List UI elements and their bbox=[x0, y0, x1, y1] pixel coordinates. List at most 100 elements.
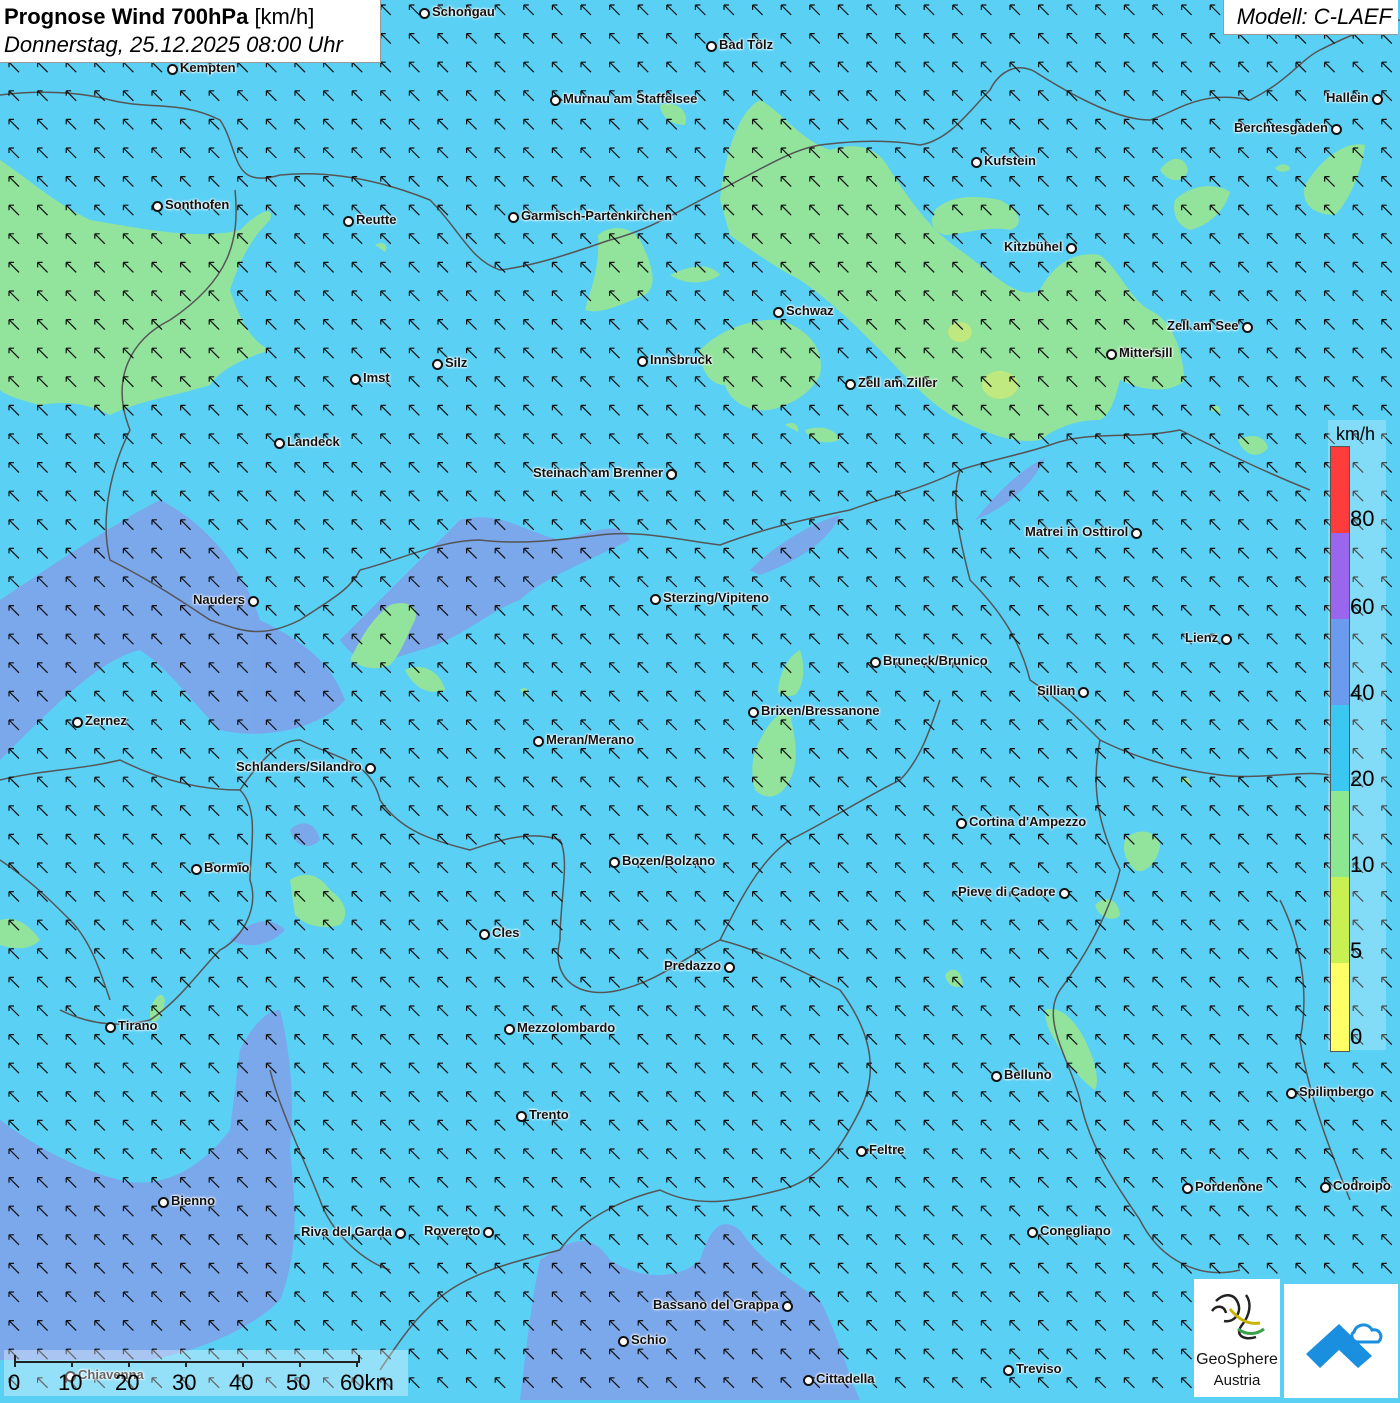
city-marker-icon bbox=[1242, 322, 1253, 333]
city-label[interactable]: Bad Tölz bbox=[719, 37, 773, 52]
city-label[interactable]: Spilimbergo bbox=[1299, 1084, 1374, 1099]
city-label[interactable]: Belluno bbox=[1004, 1067, 1052, 1082]
city-label[interactable]: Garmisch-Partenkirchen bbox=[521, 208, 672, 223]
city-label[interactable]: Tirano bbox=[118, 1018, 158, 1033]
city-label[interactable]: Zernez bbox=[85, 713, 127, 728]
city-label[interactable]: Bassano del Grappa bbox=[653, 1297, 779, 1312]
city-label[interactable]: Feltre bbox=[869, 1142, 904, 1157]
city-marker-icon bbox=[1059, 888, 1070, 899]
city-label[interactable]: Schio bbox=[631, 1332, 666, 1347]
city-label[interactable]: Imst bbox=[363, 370, 390, 385]
scale-line bbox=[14, 1355, 360, 1363]
city-label[interactable]: Kufstein bbox=[984, 153, 1036, 168]
scale-tick bbox=[14, 1361, 16, 1367]
city-label[interactable]: Predazzo bbox=[664, 958, 721, 973]
legend-label-80: 80 bbox=[1350, 506, 1375, 531]
city-label[interactable]: Schongau bbox=[432, 4, 495, 19]
city-label[interactable]: Brixen/Bressanone bbox=[761, 703, 880, 718]
city-label[interactable]: Sterzing/Vipiteno bbox=[663, 590, 769, 605]
city-label[interactable]: Innsbruck bbox=[650, 352, 712, 367]
city-marker-icon bbox=[158, 1197, 169, 1208]
city-label[interactable]: Treviso bbox=[1016, 1361, 1062, 1376]
city-label[interactable]: Conegliano bbox=[1040, 1223, 1111, 1238]
forecast-date: Donnerstag, 25.12.2025 08:00 Uhr bbox=[4, 32, 343, 57]
city-marker-icon bbox=[533, 736, 544, 747]
city-marker-icon bbox=[870, 657, 881, 668]
city-label[interactable]: Cles bbox=[492, 925, 519, 940]
scale-label-0: 0 bbox=[8, 1370, 21, 1395]
city-marker-icon bbox=[609, 857, 620, 868]
city-marker-icon bbox=[479, 929, 490, 940]
city-label[interactable]: Codroipo bbox=[1333, 1178, 1391, 1193]
city-marker-icon bbox=[724, 962, 735, 973]
city-label[interactable]: Schlanders/Silandro bbox=[236, 759, 362, 774]
city-marker-icon bbox=[1131, 528, 1142, 539]
legend-label-40: 40 bbox=[1350, 680, 1375, 705]
city-label[interactable]: Pieve di Cadore bbox=[958, 884, 1056, 899]
city-label[interactable]: Cittadella bbox=[816, 1371, 875, 1386]
city-marker-icon bbox=[956, 818, 967, 829]
city-label[interactable]: Trento bbox=[529, 1107, 569, 1122]
city-label[interactable]: Bormio bbox=[204, 860, 250, 875]
city-marker-icon bbox=[1003, 1365, 1014, 1376]
city-marker-icon bbox=[504, 1024, 515, 1035]
city-marker-icon bbox=[105, 1022, 116, 1033]
scale-label-20: 20 bbox=[115, 1370, 140, 1395]
city-label[interactable]: Silz bbox=[445, 355, 467, 370]
city-marker-icon bbox=[650, 594, 661, 605]
city-label[interactable]: Sonthofen bbox=[165, 197, 229, 212]
mountain-cloud-icon bbox=[1306, 1323, 1383, 1368]
scale-tick bbox=[185, 1361, 187, 1367]
map-title-main: Prognose Wind 700hPa bbox=[4, 4, 249, 29]
city-label[interactable]: Bienno bbox=[171, 1193, 215, 1208]
city-marker-icon bbox=[845, 379, 856, 390]
city-label[interactable]: Hallein bbox=[1326, 90, 1369, 105]
city-marker-icon bbox=[991, 1071, 1002, 1082]
scale-label-40: 40 bbox=[229, 1370, 254, 1395]
city-label[interactable]: Zell am See bbox=[1167, 318, 1239, 333]
city-marker-icon bbox=[1372, 94, 1383, 105]
city-marker-icon bbox=[432, 359, 443, 370]
city-label[interactable]: Bozen/Bolzano bbox=[622, 853, 715, 868]
city-label[interactable]: Riva del Garda bbox=[301, 1224, 392, 1239]
geosphere-text: GeoSphere bbox=[1196, 1351, 1278, 1368]
map-title-unit: [km/h] bbox=[254, 4, 315, 29]
legend-label-60: 60 bbox=[1350, 594, 1375, 619]
city-label[interactable]: Nauders bbox=[193, 592, 245, 607]
city-marker-icon bbox=[1027, 1227, 1038, 1238]
city-label[interactable]: Berchtesgaden bbox=[1234, 120, 1328, 135]
scale-bar: 0 10 20 30 40 50 60km bbox=[4, 1350, 408, 1396]
app-logo[interactable] bbox=[1284, 1284, 1398, 1398]
scale-label-10: 10 bbox=[58, 1370, 83, 1395]
city-label[interactable]: Meran/Merano bbox=[546, 732, 634, 747]
city-label[interactable]: Bruneck/Brunico bbox=[883, 653, 988, 668]
legend-seg-10 bbox=[1331, 791, 1349, 877]
city-marker-icon bbox=[1331, 124, 1342, 135]
city-label[interactable]: Zell am Ziller bbox=[858, 375, 937, 390]
city-marker-icon bbox=[365, 763, 376, 774]
city-label[interactable]: Schwaz bbox=[786, 303, 834, 318]
city-marker-icon bbox=[395, 1228, 406, 1239]
city-label[interactable]: Steinach am Brenner bbox=[533, 465, 663, 480]
city-label[interactable]: Murnau am Staffelsee bbox=[563, 91, 697, 106]
legend-seg-5 bbox=[1331, 877, 1349, 963]
city-label[interactable]: Rovereto bbox=[424, 1223, 480, 1238]
city-label[interactable]: Kitzbühel bbox=[1004, 239, 1063, 254]
scale-tick bbox=[71, 1361, 73, 1367]
geosphere-logo[interactable]: GeoSphere Austria bbox=[1194, 1279, 1280, 1397]
city-marker-icon bbox=[483, 1227, 494, 1238]
city-label[interactable]: Landeck bbox=[287, 434, 340, 449]
city-marker-icon bbox=[782, 1301, 793, 1312]
city-label[interactable]: Reutte bbox=[356, 212, 396, 227]
city-label[interactable]: Sillian bbox=[1037, 683, 1075, 698]
city-label[interactable]: Lienz bbox=[1185, 630, 1218, 645]
city-marker-icon bbox=[1320, 1182, 1331, 1193]
city-label[interactable]: Matrei in Osttirol bbox=[1025, 524, 1128, 539]
city-label[interactable]: Mittersill bbox=[1119, 345, 1172, 360]
city-marker-icon bbox=[803, 1375, 814, 1386]
city-label[interactable]: Cortina d'Ampezzo bbox=[969, 814, 1086, 829]
city-label[interactable]: Mezzolombardo bbox=[517, 1020, 615, 1035]
city-marker-icon bbox=[274, 438, 285, 449]
city-label[interactable]: Pordenone bbox=[1195, 1179, 1263, 1194]
city-marker-icon bbox=[508, 212, 519, 223]
